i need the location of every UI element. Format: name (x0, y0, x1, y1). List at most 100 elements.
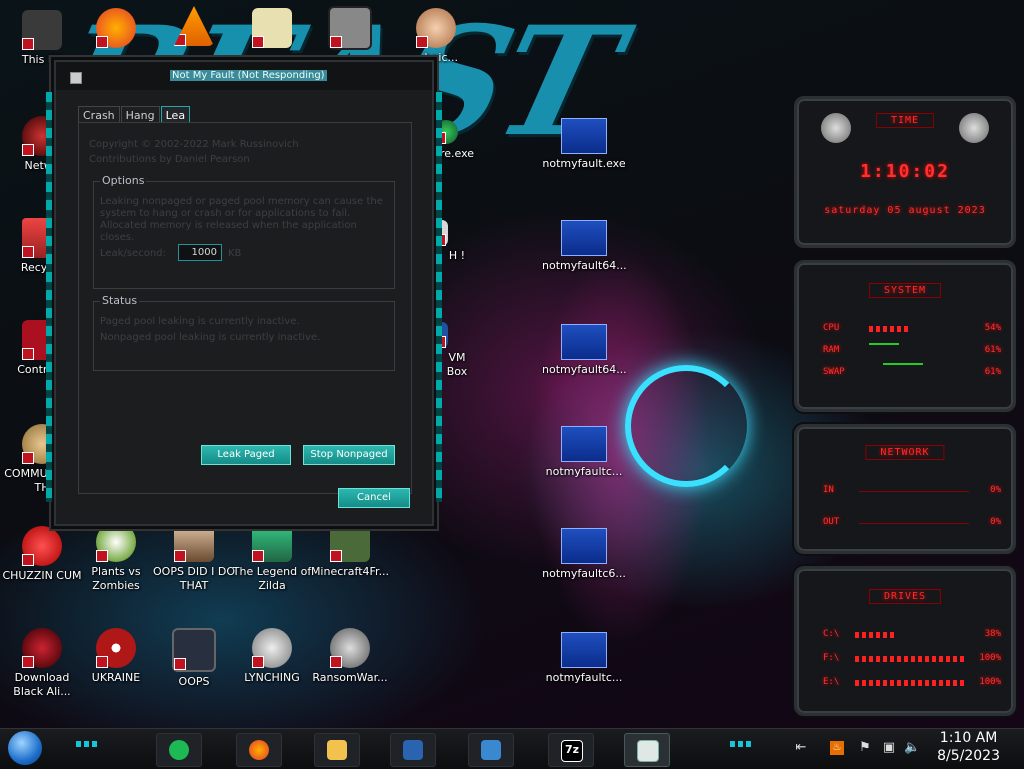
widget-time-value: 1:10:02 (860, 161, 950, 182)
red-fuzzball-icon (22, 526, 62, 566)
hxd-icon (252, 8, 292, 48)
ram-value: 61% (984, 345, 1001, 355)
cpu-bar (869, 326, 912, 332)
pixel-hero-icon (252, 522, 292, 562)
desktop-icon-ukraine[interactable]: UKRAINE (74, 628, 158, 685)
7zip-icon: 7z (561, 740, 583, 762)
desktop-icon-notmyfault[interactable]: notmyfault.exe (542, 118, 626, 171)
notmyfault-window-icon (637, 740, 659, 762)
swap-graph-line (883, 363, 923, 365)
net-out-graph (859, 523, 969, 524)
leak-tab-panel: Copyright © 2002-2022 Mark Russinovich C… (78, 122, 412, 494)
bsod-icon (561, 528, 607, 564)
taskbar-explorer[interactable] (314, 733, 360, 767)
window-system-icon[interactable] (70, 72, 82, 84)
portrait-icon (174, 522, 214, 562)
drive-c-label: C:\ (823, 629, 840, 639)
ram-graph-line (869, 343, 899, 345)
widget-drives: DRIVES C:\ 38% F:\ 100% E:\ 100% (794, 566, 1016, 716)
desktop-icon-hxd[interactable] (230, 8, 314, 51)
options-group: Options Leaking nonpaged or paged pool m… (93, 174, 395, 289)
monitor-icon (172, 628, 216, 672)
options-description: Leaking nonpaged or paged pool memory ca… (100, 196, 383, 243)
desktop-icon-maze[interactable] (308, 6, 392, 53)
desktop-icon-notmyfault64-a[interactable]: notmyfault64... (542, 220, 627, 273)
desktop-icon-notmyfaultc-b[interactable]: notmyfaultc... (542, 632, 626, 685)
taskbar-notmyfault[interactable] (624, 733, 670, 767)
widget-date: saturday 05 august 2023 (824, 205, 986, 216)
cpu-value: 54% (984, 323, 1001, 333)
tray-network-icon[interactable]: ▣ (882, 741, 896, 755)
widget-drives-title: DRIVES (868, 589, 942, 604)
desktop-icon-download-alien[interactable]: Download Black Ali... (0, 628, 84, 699)
drive-e-value: 100% (979, 677, 1001, 687)
bsod-icon (561, 426, 607, 462)
folder-icon (327, 740, 347, 760)
virtualbox-icon (403, 740, 423, 760)
net-in-label: IN (823, 485, 834, 495)
desktop-icon-chuzzin[interactable]: CHUZZIN CUM (0, 526, 84, 583)
net-in-graph (859, 491, 969, 492)
desktop-icon-this-pc[interactable]: This PC (0, 10, 84, 67)
spotify-icon (169, 740, 189, 760)
desktop-icon-vlc[interactable] (152, 6, 236, 49)
status-label: Status (100, 294, 140, 307)
desktop-icon-pvz[interactable]: Plants vs Zombies (74, 522, 158, 593)
desktop-icon-oops[interactable]: OOPS (152, 628, 236, 689)
cancel-button[interactable]: Cancel (338, 488, 410, 508)
desktop-icon-notmyfault64-b[interactable]: notmyfault64... (542, 324, 627, 377)
taskbar-virtualbox[interactable] (390, 733, 436, 767)
grass-block-icon (330, 522, 370, 562)
taskbar-spotify[interactable] (156, 733, 202, 767)
doctor-icon (416, 8, 456, 48)
taskbar-firefox[interactable] (236, 733, 282, 767)
radiation-icon (96, 628, 136, 668)
tray-flag-icon[interactable]: ⚑ (858, 741, 872, 755)
taskbar-decoration (730, 741, 754, 747)
tab-strip: Crash Hang Lea (78, 104, 191, 124)
start-orb-button[interactable] (8, 731, 42, 765)
desktop-icon-oops-did-i[interactable]: OOPS DID I DO THAT (152, 522, 236, 593)
window-titlebar[interactable]: Not My Fault (Not Responding) (56, 62, 432, 90)
vlc-cone-icon (174, 6, 214, 46)
taskbar-clock[interactable]: 1:10 AM 8/5/2023 (937, 729, 1000, 765)
desktop-icon-notmyfaultc6[interactable]: notmyfaultc6... (542, 528, 626, 581)
this-pc-icon (22, 10, 62, 50)
tray-arrow-icon[interactable]: ⇤ (794, 741, 808, 755)
desktop-icon-ransomware[interactable]: RansomWar... (308, 628, 392, 685)
taskbar-7zip[interactable]: 7z (548, 733, 594, 767)
drive-f-bar (855, 656, 965, 662)
firefox-icon (96, 8, 136, 48)
desktop-icon-technician[interactable]: ...hnic... (394, 8, 478, 65)
taskbar-date: 8/5/2023 (937, 748, 1000, 764)
leak-rate-label: Leak/second: (100, 248, 166, 259)
window-title: Not My Fault (Not Responding) (170, 70, 327, 81)
leak-paged-button[interactable]: Leak Paged (201, 445, 291, 465)
cpu-label: CPU (823, 323, 840, 333)
desktop-icon-lynching[interactable]: LYNCHING (230, 628, 314, 685)
desktop: BEAST This PC ...hnic... Netwo Recycle C… (0, 0, 1024, 728)
swap-value: 61% (984, 367, 1001, 377)
tray-java-icon[interactable]: ♨ (830, 741, 844, 755)
stop-nonpaged-button[interactable]: Stop Nonpaged (303, 445, 395, 465)
desktop-icon-minecraft[interactable]: Minecraft4Fr... (308, 522, 392, 579)
tray-volume-icon[interactable]: 🔈 (904, 741, 920, 755)
widget-time-title: TIME (875, 113, 935, 128)
flower-icon (96, 522, 136, 562)
xp-icon (481, 740, 501, 760)
desktop-icon-firefox[interactable] (74, 8, 158, 51)
alien-orb-icon (22, 628, 62, 668)
desktop-icon-zilda[interactable]: The Legend of Zilda (230, 522, 314, 593)
desktop-icon-notmyfaultc-a[interactable]: notmyfaultc... (542, 426, 626, 479)
alien-head-icon (959, 113, 989, 143)
widget-time: TIME 1:10:02 saturday 05 august 2023 (794, 96, 1016, 248)
swap-label: SWAP (823, 367, 845, 377)
notmyfault-window[interactable]: Not My Fault (Not Responding) Crash Hang L… (46, 60, 442, 526)
taskbar-xp[interactable] (468, 733, 514, 767)
net-out-label: OUT (823, 517, 840, 527)
options-label: Options (100, 174, 147, 187)
copyright-text: Copyright © 2002-2022 Mark Russinovich C… (89, 139, 299, 165)
leak-rate-input[interactable]: 1000 (178, 244, 222, 261)
maze-icon (328, 6, 372, 50)
widget-system: SYSTEM CPU 54% RAM 61% SWAP 61% (794, 260, 1016, 412)
